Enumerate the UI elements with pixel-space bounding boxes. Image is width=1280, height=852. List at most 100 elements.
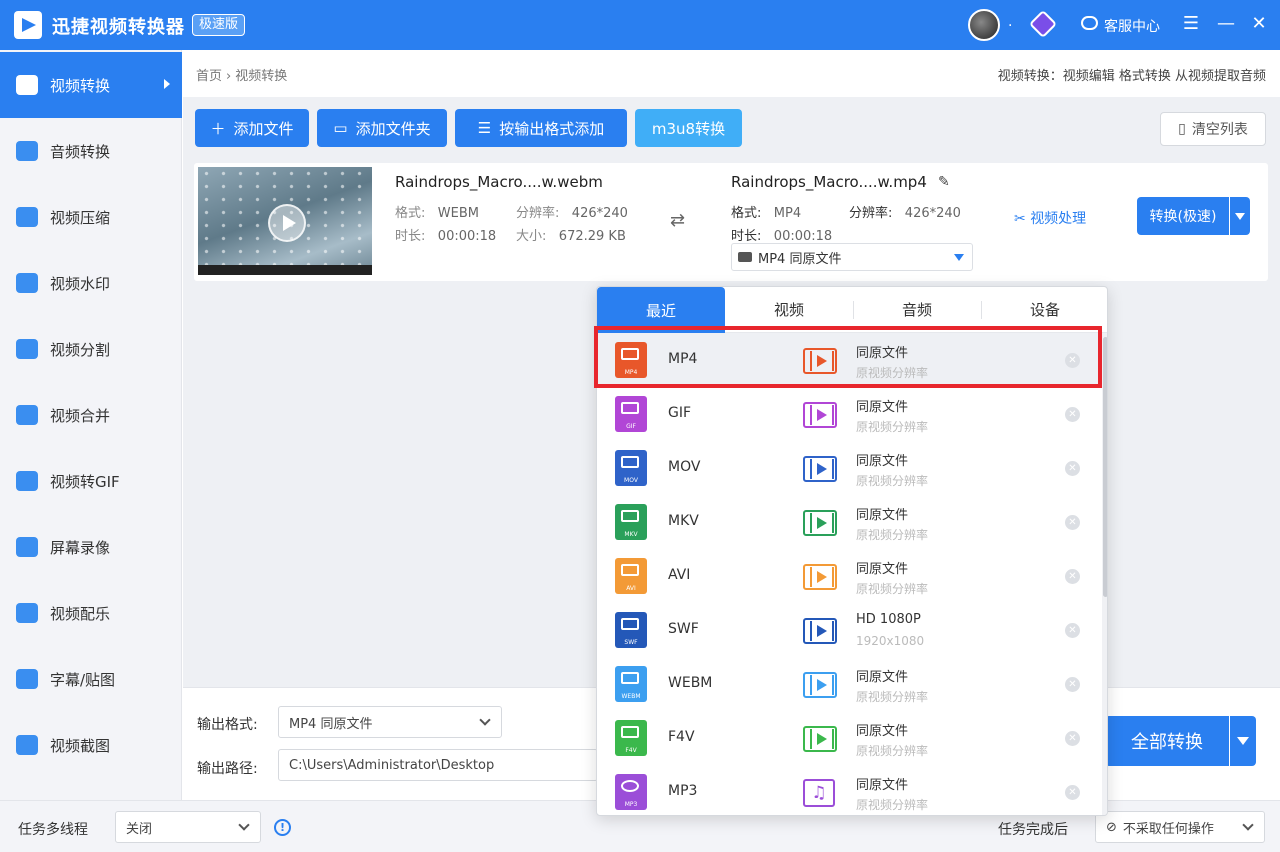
close-icon[interactable]: ✕ (1065, 515, 1080, 530)
block-icon: ⊘ (1106, 819, 1117, 835)
sidebar-item-subtitle-sticker[interactable]: 字幕/贴图 (0, 646, 182, 712)
close-icon[interactable]: ✕ (1065, 677, 1080, 692)
add-by-format-button[interactable]: ☰ 按输出格式添加 (455, 109, 627, 147)
format-name: MP3 (668, 783, 698, 799)
close-button[interactable]: ✕ (1248, 12, 1270, 36)
film-icon (803, 672, 837, 698)
output-path-label: 输出路径: (197, 761, 258, 777)
caret-down-icon (954, 254, 964, 261)
format-row-mov[interactable]: MOV MOV 同原文件 原视频分辨率 ✕ (597, 441, 1102, 495)
output-format-label: 输出格式: (197, 717, 258, 733)
f4v-file-icon: F4V (615, 720, 647, 756)
popup-scrollbar[interactable] (1102, 333, 1107, 815)
quality-desc: 1920x1080 (856, 634, 925, 648)
sidebar-item-label: 视频配乐 (50, 604, 111, 623)
clear-list-label: 清空列表 (1191, 122, 1248, 138)
scissors-icon: ✂ (1014, 211, 1026, 227)
sidebar-item-screenshot[interactable]: 视频截图 (0, 712, 182, 778)
output-format-select-value: MP4 同原文件 (758, 251, 842, 267)
video-process-label: 视频处理 (1030, 211, 1087, 227)
format-row-swf[interactable]: SWF SWF HD 1080P 1920x1080 ✕ (597, 603, 1102, 657)
film-icon (803, 564, 837, 590)
multithread-select[interactable]: 关闭 (115, 811, 261, 843)
customer-service-link[interactable]: 客服中心 (1104, 16, 1160, 36)
info-icon[interactable]: ! (274, 819, 291, 836)
chat-icon[interactable] (1081, 16, 1098, 30)
menu-icon[interactable]: ☰ (1180, 12, 1202, 36)
video-icon (738, 252, 752, 262)
close-icon[interactable]: ✕ (1065, 623, 1080, 638)
film-icon (803, 456, 837, 482)
play-icon[interactable] (268, 204, 306, 242)
video-thumbnail[interactable] (198, 167, 372, 275)
close-icon[interactable]: ✕ (1065, 407, 1080, 422)
breadcrumb-current: 视频转换 (235, 69, 288, 84)
quality-label: 同原文件 (856, 508, 909, 523)
chevron-down-icon (1242, 819, 1254, 831)
format-row-gif[interactable]: GIF GIF 同原文件 原视频分辨率 ✕ (597, 387, 1102, 441)
mp3-file-icon: MP3 (615, 774, 647, 810)
webm-file-icon: WEBM (615, 666, 647, 702)
breadcrumb-home[interactable]: 首页 (196, 69, 222, 84)
close-icon[interactable]: ✕ (1065, 731, 1080, 746)
sidebar-item-audio-convert[interactable]: 音频转换 (0, 118, 182, 184)
gif-icon (16, 471, 38, 491)
sidebar-item-video-to-gif[interactable]: 视频转GIF (0, 448, 182, 514)
clear-list-button[interactable]: ▯ 清空列表 (1160, 112, 1266, 146)
format-row-f4v[interactable]: F4V F4V 同原文件 原视频分辨率 ✕ (597, 711, 1102, 765)
edit-icon[interactable]: ✎ (938, 174, 950, 190)
quality-label: 同原文件 (856, 724, 909, 739)
sidebar-item-screen-record[interactable]: 屏幕录像 (0, 514, 182, 580)
video-process-link[interactable]: ✂ 视频处理 (1014, 208, 1086, 228)
app-logo-icon (14, 11, 42, 39)
close-icon[interactable]: ✕ (1065, 785, 1080, 800)
minimize-button[interactable]: — (1215, 12, 1237, 36)
sidebar-item-video-merge[interactable]: 视频合并 (0, 382, 182, 448)
format-name: MKV (668, 513, 699, 529)
quality-desc: 原视频分辨率 (856, 528, 929, 542)
close-icon[interactable]: ✕ (1065, 461, 1080, 476)
output-duration: 时长: 00:00:18 (731, 229, 833, 244)
output-path-field[interactable]: C:\Users\Administrator\Desktop (278, 749, 598, 781)
add-file-button[interactable]: ＋ 添加文件 (195, 109, 309, 147)
watermark-icon (16, 273, 38, 293)
format-row-webm[interactable]: WEBM WEBM 同原文件 原视频分辨率 ✕ (597, 657, 1102, 711)
quality-label: HD 1080P (856, 612, 921, 627)
convert-button[interactable]: 转换(极速) (1137, 197, 1229, 235)
format-row-mkv[interactable]: MKV MKV 同原文件 原视频分辨率 ✕ (597, 495, 1102, 549)
app-title: 迅捷视频转换器 (52, 17, 185, 38)
scrollbar-thumb[interactable] (1103, 337, 1107, 597)
chevron-down-icon (479, 714, 491, 726)
output-resolution: 分辨率: 426*240 (849, 206, 961, 221)
convert-all-dropdown-button[interactable] (1230, 716, 1256, 766)
format-row-mp3[interactable]: MP3 MP3 ♫ 同原文件 原视频分辨率 ✕ (597, 765, 1102, 815)
sidebar-item-video-split[interactable]: 视频分割 (0, 316, 182, 382)
add-folder-button[interactable]: ▭ 添加文件夹 (317, 109, 447, 147)
quality-desc: 原视频分辨率 (856, 690, 929, 704)
format-row-avi[interactable]: AVI AVI 同原文件 原视频分辨率 ✕ (597, 549, 1102, 603)
convert-dropdown-button[interactable] (1230, 197, 1250, 235)
video-merge-icon (16, 405, 38, 425)
multithread-label: 任务多线程 (18, 822, 88, 838)
format-name: WEBM (668, 675, 713, 691)
sidebar-item-label: 视频截图 (50, 736, 111, 755)
sidebar-item-watermark[interactable]: 视频水印 (0, 250, 182, 316)
convert-all-button[interactable]: 全部转换 (1105, 716, 1229, 766)
close-icon[interactable]: ✕ (1065, 569, 1080, 584)
sidebar-item-video-compress[interactable]: 视频压缩 (0, 184, 182, 250)
screen-record-icon (16, 537, 38, 557)
user-avatar[interactable] (968, 9, 1000, 41)
sidebar-item-video-convert[interactable]: 视频转换 (0, 52, 182, 118)
plus-icon: ＋ (210, 119, 226, 138)
multithread-value: 关闭 (126, 821, 153, 837)
add-file-label: 添加文件 (233, 119, 294, 138)
music-note-icon: ♫ (803, 779, 835, 807)
output-format-select[interactable]: MP4 同原文件 (731, 243, 973, 271)
sidebar-item-video-music[interactable]: 视频配乐 (0, 580, 182, 646)
after-complete-select[interactable]: ⊘ 不采取任何操作 (1095, 811, 1265, 843)
film-icon (803, 510, 837, 536)
m3u8-convert-button[interactable]: m3u8转换 (635, 109, 742, 147)
vip-icon[interactable] (1028, 9, 1058, 39)
after-complete-label: 任务完成后 (998, 822, 1068, 838)
output-format-dropdown[interactable]: MP4 同原文件 (278, 706, 502, 738)
